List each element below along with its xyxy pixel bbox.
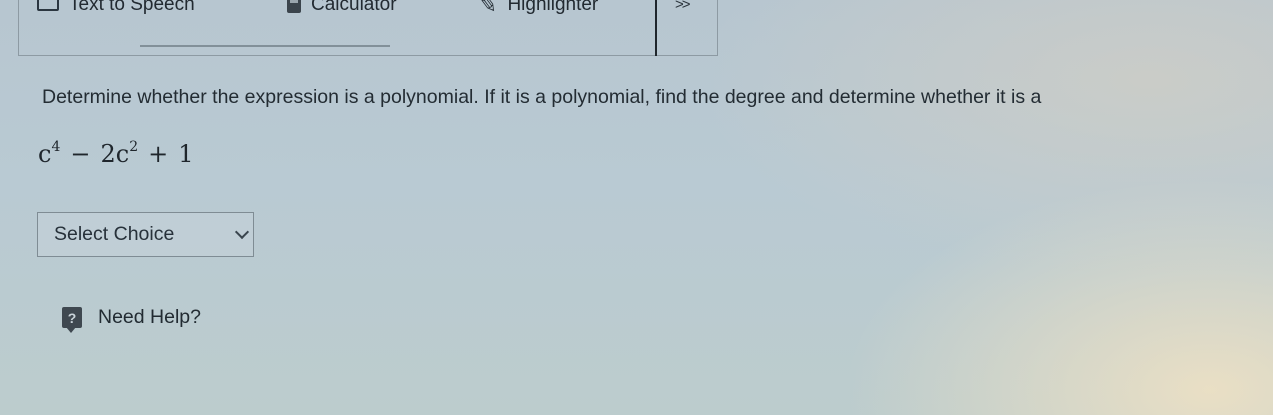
text-to-speech-label: Text to Speech: [69, 0, 195, 15]
chevron-down-icon: [234, 224, 250, 240]
select-value: Select Choice: [54, 223, 175, 245]
calculator-button[interactable]: Calculator: [287, 0, 397, 20]
toolbar-divider: [655, 0, 657, 56]
need-help-link[interactable]: ? Need Help?: [62, 306, 201, 333]
toolbar: Text to Speech Calculator ✎ Highlighter …: [18, 0, 718, 56]
need-help-label: Need Help?: [98, 306, 201, 328]
highlighter-button[interactable]: ✎ Highlighter: [477, 0, 599, 20]
highlighter-label: Highlighter: [507, 0, 599, 15]
term2-base: 2c: [100, 140, 130, 168]
term1-exponent: 4: [51, 139, 61, 155]
more-tools-button[interactable]: >>: [675, 0, 690, 13]
operator-minus: −: [70, 140, 91, 168]
text-to-speech-button[interactable]: Text to Speech: [37, 0, 195, 20]
question-prompt: Determine whether the expression is a po…: [42, 86, 1042, 108]
tab-underline: [140, 45, 390, 47]
calculator-icon: [287, 0, 301, 13]
term1-base: c: [38, 140, 52, 168]
operator-plus: +: [148, 140, 169, 168]
answer-select[interactable]: Select Choice: [37, 212, 254, 257]
highlighter-pen-icon: ✎: [477, 0, 500, 19]
term2-exponent: 2: [129, 139, 139, 155]
speaker-screen-icon: [37, 0, 59, 11]
calculator-label: Calculator: [311, 0, 397, 15]
polynomial-expression: c4−2c2 +1: [38, 139, 194, 168]
term3-constant: 1: [178, 140, 194, 168]
question-bubble-icon: ?: [62, 307, 82, 333]
